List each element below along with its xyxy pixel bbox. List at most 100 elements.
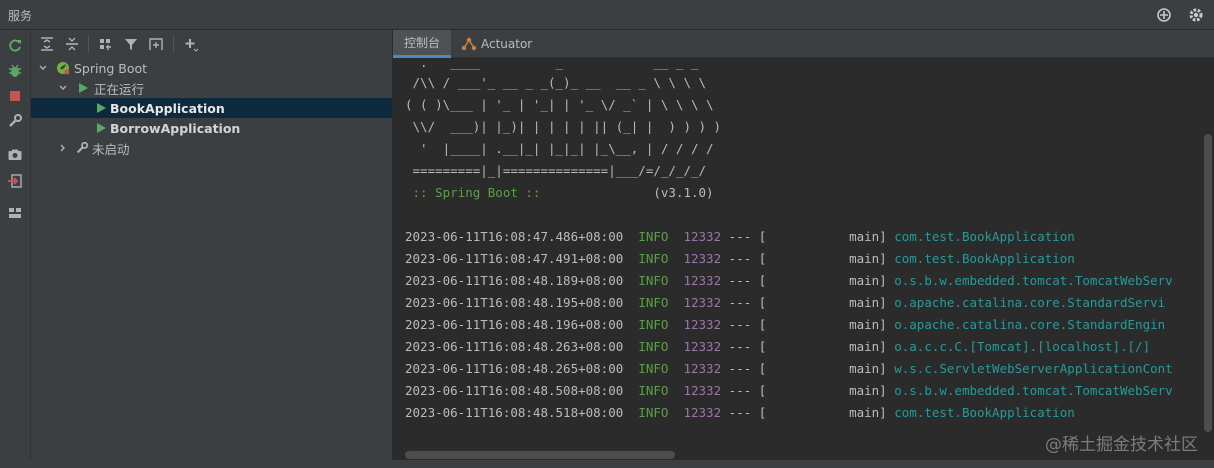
tab-console[interactable]: 控制台 [393,30,451,58]
log-pid: 12332 [683,405,722,420]
banner-line: =========|_|==============|___/=/_/_/_/ [405,163,707,178]
log-line: 2023-06-11T16:08:47.491+08:00 INFO 12332… [405,249,1075,269]
log-separator: --- [ [721,383,767,398]
actuator-icon [461,37,477,51]
tree-node-book-application[interactable]: BookApplication [31,98,392,118]
tool-window-header: 服务 [0,0,1214,30]
log-line: 2023-06-11T16:08:48.189+08:00 INFO 12332… [405,271,1173,291]
spring-boot-version-line: :: Spring Boot :: (v3.1.0) [405,183,714,203]
left-toolbar [0,30,31,468]
debug-icon[interactable] [5,61,25,81]
banner-line: . ____ _ __ _ _ [405,58,699,70]
add-icon[interactable] [181,34,201,54]
log-pid: 12332 [683,229,722,244]
console-panel: 控制台 Actuator . ____ _ __ _ _ /\\ / ___'_… [393,30,1214,468]
horizontal-scrollbar[interactable] [405,451,675,459]
camera-icon[interactable] [5,145,25,165]
log-separator: --- [ [721,229,767,244]
layout-icon[interactable] [5,203,25,223]
log-separator: --- [ [721,339,767,354]
expand-all-icon[interactable] [37,34,57,54]
log-pid: 12332 [683,361,722,376]
bottom-strip [0,460,1214,468]
tab-bar: 控制台 Actuator [393,30,1214,58]
log-separator: --- [ [721,273,767,288]
chevron-right-icon[interactable] [57,142,69,154]
gear-icon[interactable] [1186,5,1206,25]
log-level: INFO [638,251,669,266]
filter-icon[interactable] [121,34,141,54]
log-thread: main] [766,317,895,332]
log-level: INFO [638,383,669,398]
log-thread: main] [766,273,895,288]
log-line: 2023-06-11T16:08:48.195+08:00 INFO 12332… [405,293,1165,313]
tree-toolbar [31,30,393,58]
banner-line: \\/ ___)| |_)| | | | | || (_| | ) ) ) ) [405,119,722,134]
log-thread: main] [766,383,895,398]
tree-node-label: Spring Boot [74,60,148,76]
log-pid: 12332 [683,383,722,398]
new-tab-icon[interactable] [146,34,166,54]
log-level: INFO [638,339,669,354]
log-timestamp: 2023-06-11T16:08:48.518+08:00 [405,405,624,420]
log-separator: --- [ [721,251,767,266]
wrench-icon[interactable] [5,111,25,131]
tree-node-borrow-application[interactable]: BorrowApplication [31,118,392,138]
spring-boot-version: (v3.1.0) [548,185,714,200]
log-line: 2023-06-11T16:08:48.263+08:00 INFO 12332… [405,337,1150,357]
log-timestamp: 2023-06-11T16:08:48.263+08:00 [405,339,624,354]
run-icon [95,102,107,114]
spring-boot-icon [55,60,71,76]
tool-window-title: 服务 [8,9,33,23]
log-level: INFO [638,405,669,420]
log-logger: o.apache.catalina.core.StandardServi [894,295,1166,310]
console-output[interactable]: . ____ _ __ _ _ /\\ / ___'_ __ _ _(_)_ _… [393,58,1203,448]
tree-node-running[interactable]: 正在运行 [31,78,392,98]
log-timestamp: 2023-06-11T16:08:48.265+08:00 [405,361,624,376]
log-timestamp: 2023-06-11T16:08:47.486+08:00 [405,229,624,244]
log-line: 2023-06-11T16:08:48.265+08:00 INFO 12332… [405,359,1173,379]
tree-node-not-started[interactable]: 未启动 [31,138,392,158]
exit-icon[interactable] [5,171,25,191]
log-logger: com.test.BookApplication [894,405,1075,420]
log-line: 2023-06-11T16:08:47.486+08:00 INFO 12332… [405,227,1075,247]
group-icon[interactable] [96,34,116,54]
collapse-all-icon[interactable] [62,34,82,54]
log-level: INFO [638,273,669,288]
log-thread: main] [766,339,895,354]
services-tree-panel: Spring Boot 正在运行 BookApplication BorrowA… [31,30,393,468]
tree-node-label: BorrowApplication [110,120,241,136]
log-level: INFO [638,317,669,332]
log-separator: --- [ [721,405,767,420]
run-icon [77,82,89,94]
watermark: @稀土掘金技术社区 [1045,435,1198,455]
chevron-down-icon[interactable] [37,62,49,74]
vertical-scrollbar[interactable] [1204,134,1212,432]
tab-label: 控制台 [403,36,440,50]
log-logger: o.a.c.c.C.[Tomcat].[localhost].[/] [894,339,1151,354]
log-timestamp: 2023-06-11T16:08:47.491+08:00 [405,251,624,266]
tab-actuator[interactable]: Actuator [461,30,541,58]
log-thread: main] [766,251,895,266]
log-pid: 12332 [683,251,722,266]
banner-line: ( ( )\___ | '_ | '_| | '_ \/ _` | \ \ \ … [405,97,714,112]
chevron-down-icon[interactable] [57,82,69,94]
log-timestamp: 2023-06-11T16:08:48.196+08:00 [405,317,624,332]
tree-node-spring-boot[interactable]: Spring Boot [31,58,392,78]
stop-icon[interactable] [5,86,25,106]
log-logger: com.test.BookApplication [894,251,1075,266]
tree-node-label: 正在运行 [94,81,145,97]
log-logger: w.s.c.ServletWebServerApplicationCont [894,361,1173,376]
log-separator: --- [ [721,361,767,376]
log-level: INFO [638,295,669,310]
log-pid: 12332 [683,273,722,288]
banner-line: ' |____| .__|_| |_|_| |_\__, | / / / / [405,141,714,156]
log-logger: o.s.b.w.embedded.tomcat.TomcatWebServ [894,383,1173,398]
log-thread: main] [766,405,895,420]
add-target-icon[interactable] [1154,5,1174,25]
log-pid: 12332 [683,339,722,354]
log-separator: --- [ [721,295,767,310]
rerun-icon[interactable] [5,36,25,56]
log-logger: o.s.b.w.embedded.tomcat.TomcatWebServ [894,273,1173,288]
tree-node-label: 未启动 [92,141,130,157]
